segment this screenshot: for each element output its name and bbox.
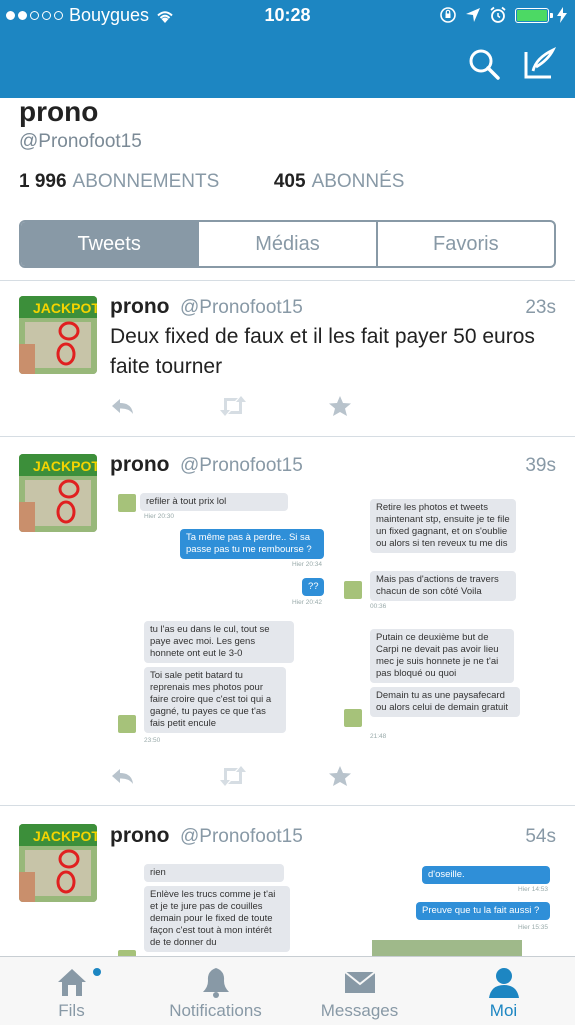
retweet-button[interactable] bbox=[218, 765, 246, 787]
tweet[interactable]: JACKPOT prono @Pronofoot15 23s Deux fixe… bbox=[0, 281, 575, 436]
chat-message: Toi sale petit batard tu reprenais mes p… bbox=[144, 667, 286, 733]
profile-stats: 1 996 ABONNEMENTS 405 ABONNÉS bbox=[19, 171, 404, 193]
chat-message: Preuve que tu la fait aussi ? bbox=[416, 902, 550, 920]
chat-timestamp: Hier 20:30 bbox=[144, 513, 174, 520]
chat-timestamp: 00:36 bbox=[370, 603, 387, 610]
profile-name: prono bbox=[19, 96, 99, 127]
tweet-author-name[interactable]: prono bbox=[110, 453, 169, 477]
tweet-text: Deux fixed de faux et il les fait payer … bbox=[110, 325, 535, 378]
chat-message: Demain tu as une paysafecard ou alors ce… bbox=[370, 687, 520, 717]
rotation-lock-icon bbox=[440, 7, 456, 23]
chat-avatar bbox=[344, 709, 362, 727]
chat-message: rien bbox=[144, 864, 284, 882]
tweet-image[interactable]: refiler à tout prix lol Hier 20:30 Ta mê… bbox=[110, 489, 556, 753]
tab-messages[interactable]: Messages bbox=[288, 957, 431, 1025]
reply-button[interactable] bbox=[110, 395, 136, 417]
tab-notifications[interactable]: Notifications bbox=[144, 957, 287, 1025]
reply-icon bbox=[112, 769, 133, 784]
following-stat[interactable]: 1 996 ABONNEMENTS bbox=[19, 171, 219, 192]
tweet-actions bbox=[110, 395, 370, 419]
svg-text:JACKPOT: JACKPOT bbox=[33, 300, 97, 316]
tweet-author-handle[interactable]: @Pronofoot15 bbox=[180, 297, 303, 319]
tweet-author-name[interactable]: prono bbox=[110, 295, 169, 319]
reply-button[interactable] bbox=[110, 765, 136, 787]
chat-message: tu l'as eu dans le cul, tout se paye ave… bbox=[144, 621, 294, 663]
reply-icon bbox=[112, 399, 133, 414]
bell-icon bbox=[202, 968, 229, 998]
avatar[interactable]: JACKPOT bbox=[19, 824, 97, 902]
favorite-button[interactable] bbox=[328, 765, 354, 787]
tab-label: Fils bbox=[58, 1001, 85, 1020]
chat-timestamp: 21:48 bbox=[370, 733, 387, 740]
tab-label: Messages bbox=[320, 1001, 399, 1020]
chat-message: Retire les photos et tweets maintenant s… bbox=[370, 499, 516, 553]
location-icon bbox=[466, 8, 480, 22]
tweet[interactable]: JACKPOT prono @Pronofoot15 54s rien Enlè… bbox=[0, 806, 575, 956]
chat-timestamp: Hier 14:53 bbox=[518, 886, 548, 893]
followers-label: ABONNÉS bbox=[311, 171, 405, 192]
chat-message: ?? bbox=[302, 578, 324, 596]
avatar[interactable]: JACKPOT bbox=[19, 296, 97, 374]
tweet-image[interactable]: rien Enlève les trucs comme je t'ai et j… bbox=[110, 862, 556, 956]
profile-handle: @Pronofoot15 bbox=[19, 131, 142, 152]
retweet-icon bbox=[220, 766, 246, 786]
tweet-author-handle[interactable]: @Pronofoot15 bbox=[180, 455, 303, 477]
charging-icon bbox=[557, 7, 567, 23]
envelope-icon bbox=[343, 971, 376, 993]
avatar[interactable]: JACKPOT bbox=[19, 454, 97, 532]
chat-timestamp: 23:50 bbox=[144, 737, 161, 744]
tweet-author-name[interactable]: prono bbox=[110, 824, 169, 848]
chat-timestamp: Hier 20:34 bbox=[292, 561, 322, 568]
followers-stat[interactable]: 405 ABONNÉS bbox=[274, 171, 405, 192]
chat-message: Putain ce deuxième but de Carpi ne devai… bbox=[370, 629, 514, 683]
tweet-author-handle[interactable]: @Pronofoot15 bbox=[180, 826, 303, 848]
chat-avatar bbox=[118, 494, 136, 512]
bottom-tab-bar: Fils Notifications Messages Moi bbox=[0, 956, 575, 1025]
screenshot-image-fragment bbox=[372, 940, 522, 956]
alarm-icon bbox=[490, 6, 506, 23]
followers-count: 405 bbox=[273, 171, 306, 192]
retweet-icon bbox=[220, 396, 246, 416]
chat-message: d'oseille. bbox=[422, 866, 550, 884]
star-icon bbox=[329, 766, 351, 786]
top-bar: Bouygues 10:28 bbox=[0, 0, 575, 98]
profile-tabs: Tweets Médias Favoris bbox=[19, 220, 556, 268]
chat-avatar bbox=[344, 581, 362, 599]
tab-favoris[interactable]: Favoris bbox=[375, 222, 554, 266]
search-button[interactable] bbox=[466, 46, 502, 82]
tweet-time: 54s bbox=[525, 826, 556, 847]
tab-tweets[interactable]: Tweets bbox=[21, 222, 198, 266]
tab-moi[interactable]: Moi bbox=[432, 957, 575, 1025]
tab-fils[interactable]: Fils bbox=[0, 957, 143, 1025]
star-icon bbox=[329, 396, 351, 416]
chat-message: Enlève les trucs comme je t'ai et je te … bbox=[144, 886, 290, 952]
chat-message: Mais pas d'actions de travers chacun de … bbox=[370, 571, 516, 601]
chat-timestamp: Hier 15:35 bbox=[518, 924, 548, 931]
unread-dot bbox=[93, 968, 101, 976]
compose-tweet-button[interactable] bbox=[522, 46, 558, 82]
tweet[interactable]: JACKPOT prono @Pronofoot15 39s refiler à… bbox=[0, 437, 575, 805]
tab-label: Notifications bbox=[169, 1001, 262, 1020]
retweet-button[interactable] bbox=[218, 395, 246, 417]
chat-message: refiler à tout prix lol bbox=[140, 493, 288, 511]
tweet-actions bbox=[110, 765, 370, 789]
status-bar: Bouygues 10:28 bbox=[0, 0, 575, 32]
tweet-time: 39s bbox=[525, 455, 556, 476]
following-label: ABONNEMENTS bbox=[72, 171, 220, 192]
compose-icon bbox=[524, 47, 557, 79]
svg-text:JACKPOT: JACKPOT bbox=[33, 828, 97, 844]
tab-medias[interactable]: Médias bbox=[197, 222, 375, 266]
chat-message: Ta même pas à perdre.. Si sa passe pas t… bbox=[180, 529, 324, 559]
svg-text:JACKPOT: JACKPOT bbox=[33, 458, 97, 474]
tweet-time: 23s bbox=[525, 297, 556, 318]
battery-icon bbox=[515, 7, 553, 23]
home-icon bbox=[57, 969, 86, 996]
user-icon bbox=[488, 968, 519, 998]
search-icon bbox=[469, 49, 500, 80]
favorite-button[interactable] bbox=[328, 395, 354, 417]
tab-label: Moi bbox=[489, 1001, 518, 1020]
following-count: 1 996 bbox=[19, 171, 67, 192]
chat-avatar bbox=[118, 715, 136, 733]
chat-timestamp: Hier 20:42 bbox=[292, 599, 322, 606]
